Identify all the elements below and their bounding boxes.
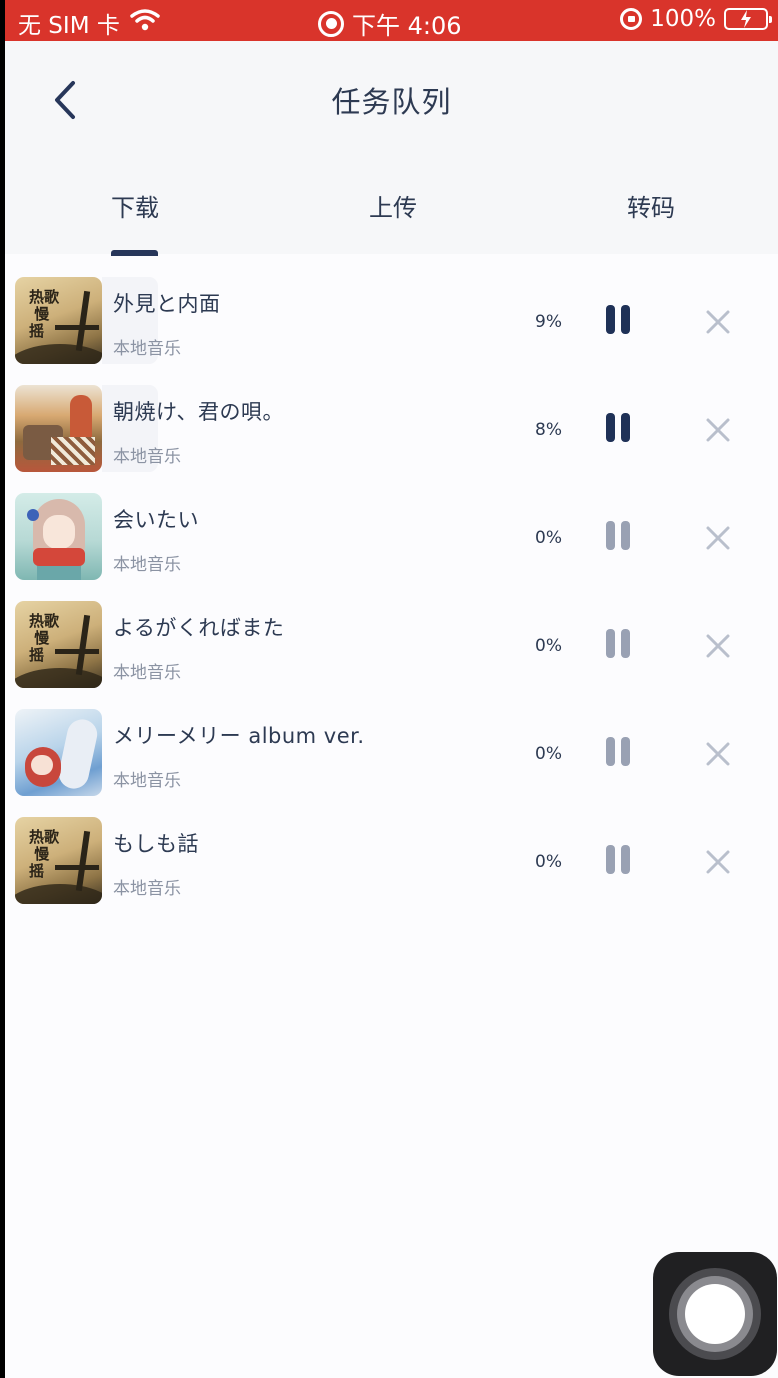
- pause-icon: [606, 413, 615, 442]
- battery-icon: [724, 8, 772, 30]
- task-list: 热歌 慢摇 外見と内面 本地音乐 9% 朝焼け、君の唄。 本地音乐 8% 会いた…: [5, 260, 778, 908]
- status-bar: 无 SIM 卡 下午 4:06 100%: [0, 0, 778, 41]
- task-row[interactable]: 热歌 慢摇 外見と内面 本地音乐 9%: [5, 260, 778, 368]
- active-tab-indicator: [111, 250, 158, 256]
- album-cover: 热歌 慢摇: [15, 601, 102, 688]
- song-source: 本地音乐: [113, 447, 181, 467]
- pause-button[interactable]: [601, 305, 635, 339]
- left-edge: [0, 0, 5, 1378]
- pause-icon: [606, 305, 615, 334]
- screen: 无 SIM 卡 下午 4:06 100% 任务队列 下载 上传 转码 热歌 慢 …: [0, 0, 778, 1378]
- task-row[interactable]: 热歌 慢摇 もしも話 本地音乐 0%: [5, 800, 778, 908]
- task-row[interactable]: 朝焼け、君の唄。 本地音乐 8%: [5, 368, 778, 476]
- song-title: 朝焼け、君の唄。: [113, 400, 284, 424]
- pause-icon: [606, 629, 615, 658]
- song-source: 本地音乐: [113, 771, 181, 791]
- progress-percent: 0%: [535, 528, 562, 548]
- tab-download[interactable]: 下载: [85, 188, 185, 223]
- page-title: 任务队列: [331, 85, 452, 119]
- album-cover: [15, 709, 102, 796]
- home-circle-icon: [685, 1284, 745, 1344]
- close-icon: [706, 742, 730, 766]
- pause-button[interactable]: [601, 845, 635, 879]
- tab-bar: 下载 上传 转码: [5, 184, 778, 254]
- header: 任务队列 下载 上传 转码: [5, 41, 778, 256]
- song-title: 会いたい: [113, 508, 199, 532]
- album-cover: 热歌 慢摇: [15, 277, 102, 364]
- cancel-task-button[interactable]: [703, 415, 733, 445]
- close-icon: [706, 850, 730, 874]
- album-cover: 热歌 慢摇: [15, 817, 102, 904]
- tab-upload[interactable]: 上传: [343, 188, 443, 223]
- carrier-label: 无 SIM 卡: [18, 13, 120, 39]
- task-row[interactable]: 会いたい 本地音乐 0%: [5, 476, 778, 584]
- cancel-task-button[interactable]: [703, 631, 733, 661]
- song-title: よるがくればまた: [113, 616, 285, 640]
- pause-button[interactable]: [601, 413, 635, 447]
- task-row[interactable]: メリーメリー album ver. 本地音乐 0%: [5, 692, 778, 800]
- progress-percent: 0%: [535, 636, 562, 656]
- clock: 下午 4:06: [352, 12, 462, 40]
- status-bar-left: 无 SIM 卡: [18, 6, 160, 40]
- close-icon: [706, 526, 730, 550]
- song-source: 本地音乐: [113, 339, 181, 359]
- rotation-lock-icon: [620, 8, 643, 30]
- album-cover: [15, 493, 102, 580]
- cancel-task-button[interactable]: [703, 307, 733, 337]
- status-bar-right: 100%: [620, 6, 772, 32]
- song-title: 外見と内面: [113, 292, 221, 316]
- song-source: 本地音乐: [113, 879, 181, 899]
- cancel-task-button[interactable]: [703, 523, 733, 553]
- song-title: もしも話: [113, 832, 199, 856]
- song-source: 本地音乐: [113, 555, 181, 575]
- pause-icon: [606, 845, 615, 874]
- status-bar-center: 下午 4:06: [318, 6, 462, 41]
- tab-transcode[interactable]: 转码: [601, 188, 701, 223]
- pause-button[interactable]: [601, 521, 635, 555]
- cancel-task-button[interactable]: [703, 739, 733, 769]
- pause-icon: [606, 737, 615, 766]
- cancel-task-button[interactable]: [703, 847, 733, 877]
- wifi-icon: [130, 8, 160, 38]
- close-icon: [706, 634, 730, 658]
- song-source: 本地音乐: [113, 663, 181, 683]
- song-title: メリーメリー album ver.: [113, 724, 365, 748]
- pause-button[interactable]: [601, 629, 635, 663]
- close-icon: [706, 310, 730, 334]
- screen-record-icon: [318, 10, 344, 37]
- assistive-touch-button[interactable]: [653, 1252, 777, 1376]
- task-row[interactable]: 热歌 慢摇 よるがくればまた 本地音乐 0%: [5, 584, 778, 692]
- album-cover: [15, 385, 102, 472]
- progress-percent: 9%: [535, 312, 562, 332]
- battery-percent: 100%: [650, 6, 716, 32]
- progress-percent: 0%: [535, 852, 562, 872]
- pause-icon: [606, 521, 615, 550]
- close-icon: [706, 418, 730, 442]
- pause-button[interactable]: [601, 737, 635, 771]
- progress-percent: 0%: [535, 744, 562, 764]
- progress-percent: 8%: [535, 420, 562, 440]
